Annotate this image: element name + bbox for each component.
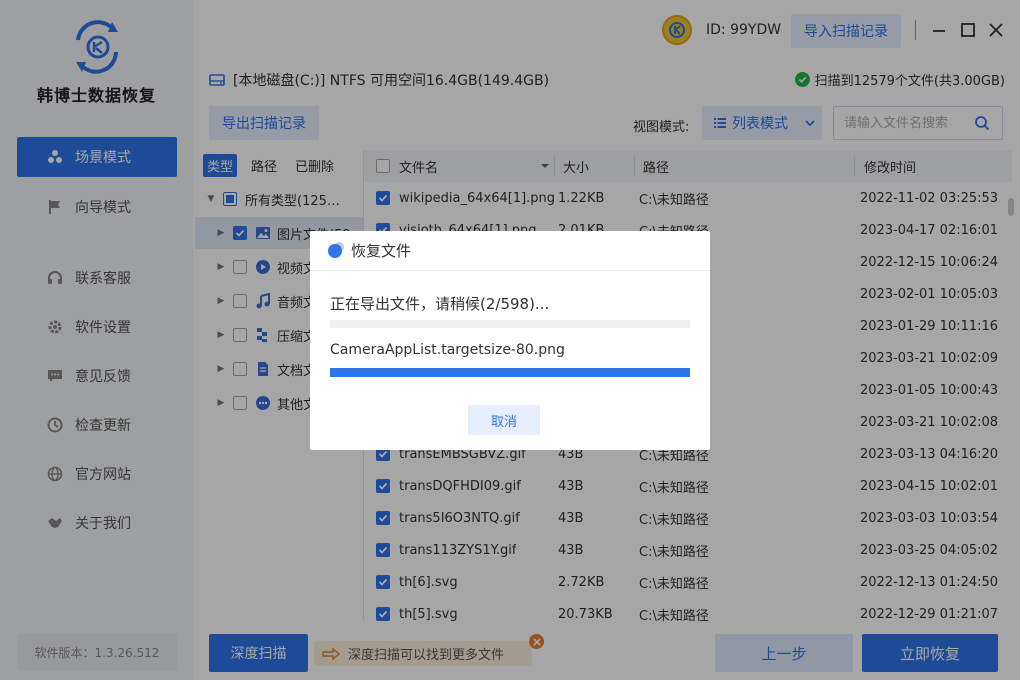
dialog-header: 恢复文件 bbox=[310, 231, 710, 271]
overall-progress-bar bbox=[330, 320, 690, 328]
dialog-title: 恢复文件 bbox=[351, 242, 412, 260]
current-file-name: CameraAppList.targetsize-80.png bbox=[330, 342, 565, 358]
cancel-button[interactable]: 取消 bbox=[468, 405, 540, 435]
recover-files-dialog: 恢复文件 正在导出文件，请稍候(2/598)... CameraAppList.… bbox=[310, 231, 710, 450]
file-progress-fill bbox=[330, 368, 690, 377]
dialog-status-icon bbox=[328, 243, 342, 258]
file-progress-bar bbox=[330, 368, 690, 377]
export-status: 正在导出文件，请稍候(2/598)... bbox=[330, 295, 550, 313]
